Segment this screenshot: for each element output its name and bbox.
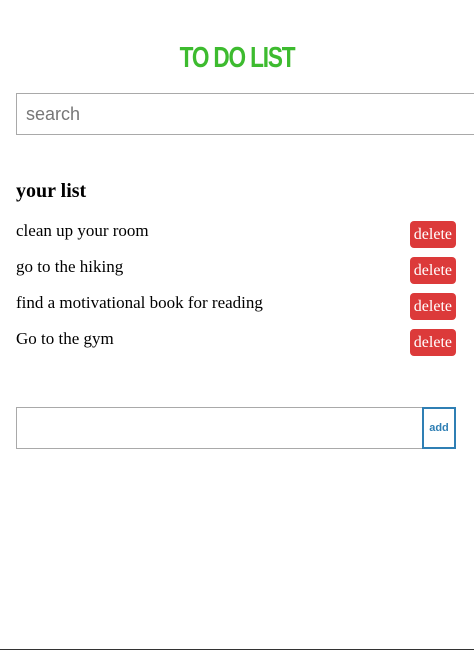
todo-item: Go to the gym delete bbox=[16, 326, 457, 362]
delete-button[interactable]: delete bbox=[409, 257, 456, 284]
todo-list: clean up your room delete go to the hiki… bbox=[16, 218, 457, 362]
add-todo-form: add bbox=[16, 407, 456, 449]
todo-item: clean up your room delete bbox=[16, 218, 457, 254]
todo-item-text: Go to the gym bbox=[16, 329, 114, 348]
app-title: TO DO LIST bbox=[179, 42, 296, 74]
list-heading: your list bbox=[16, 180, 87, 202]
search-input[interactable] bbox=[16, 93, 474, 135]
todo-item-text: go to the hiking bbox=[16, 257, 124, 276]
todo-item-text: find a motivational book for reading bbox=[16, 293, 263, 312]
todo-item: find a motivational book for reading del… bbox=[16, 290, 457, 326]
todo-item-text: clean up your room bbox=[16, 221, 149, 240]
todo-app: TO DO LIST your list clean up your room … bbox=[0, 0, 474, 650]
add-button[interactable]: add bbox=[422, 407, 456, 449]
delete-button[interactable]: delete bbox=[409, 329, 456, 356]
delete-button[interactable]: delete bbox=[409, 221, 456, 248]
todo-item: go to the hiking delete bbox=[16, 254, 457, 290]
delete-button[interactable]: delete bbox=[409, 293, 456, 320]
add-todo-input[interactable] bbox=[16, 407, 423, 449]
